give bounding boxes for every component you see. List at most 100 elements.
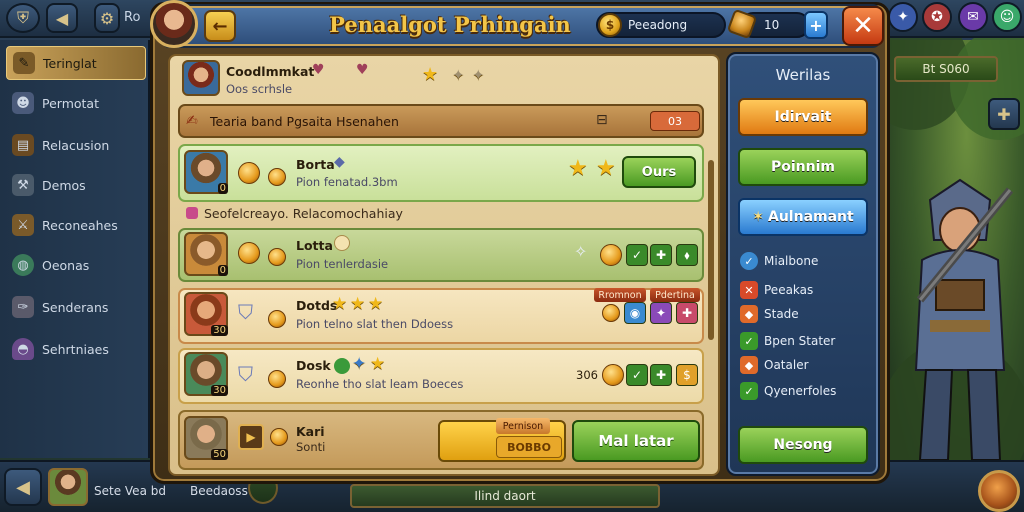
hero-character-illustration (914, 178, 1014, 461)
list-scrollbar[interactable] (708, 160, 714, 340)
skill-blue-icon[interactable]: ◉ (624, 302, 646, 324)
blue-button[interactable]: ✶ Aulnamant (738, 198, 868, 236)
confirm-button[interactable]: Mal latar (572, 420, 700, 462)
unit-description: Pion telno slat then Ddoess (296, 317, 454, 331)
left-sidebar: ✎ Teringlat ☻ Permotat ▤ Relacusion ⚒ Demos … (0, 40, 150, 458)
unit-value: 306 (576, 368, 598, 382)
bar-tag-label: Pernison (502, 420, 544, 432)
unit-action-button[interactable]: Ours (622, 156, 696, 188)
sidebar-item-label: Senderans (42, 299, 109, 315)
sidebar-item-7[interactable]: ◓ Sehrtniaes (6, 332, 146, 366)
heart-icon: ♥ (312, 62, 325, 78)
unit-avatar: 0 (184, 150, 228, 194)
play-icon[interactable]: ▶ (238, 424, 264, 450)
player-avatar[interactable] (48, 468, 88, 506)
plus-icon[interactable]: ✚ (650, 364, 672, 386)
sidebar-item-4[interactable]: ⚔ Reconeahes (6, 208, 146, 242)
cube-icon: ◆ (740, 305, 758, 323)
mail-icon[interactable]: ✉ (958, 2, 988, 32)
close-button[interactable]: ✕ (842, 6, 884, 46)
check-icon[interactable]: ✓ (626, 364, 648, 386)
bottom-green-button-label: Nesong (773, 437, 833, 453)
sidebar-item-6[interactable]: ✑ Senderans (6, 290, 146, 324)
gem-icon[interactable] (978, 470, 1020, 512)
right-list-label: Bpen Stater (764, 334, 836, 348)
orange-button[interactable]: Idirvait (738, 98, 868, 136)
unit-level: 50 (211, 449, 228, 460)
friends-icon[interactable]: ☺ (992, 2, 1022, 32)
bottom-action-bar[interactable]: Ilind daort (350, 484, 660, 508)
unit-avatar: 30 (184, 292, 228, 336)
add-resource-button[interactable]: + (804, 11, 828, 39)
green-orb-icon (334, 358, 350, 374)
unit-avatar: 0 (184, 232, 228, 276)
coin-icon (268, 370, 286, 388)
sidebar-item-5[interactable]: ◍ Oeonas (6, 248, 146, 282)
profile-avatar[interactable] (182, 60, 220, 96)
close-icon: ✕ (852, 11, 874, 41)
green-button-label: Poinnim (771, 159, 835, 175)
right-list-label: Qyenerfoles (764, 384, 837, 398)
star-blue-icon: ✦ (352, 354, 367, 374)
power-orb-icon (238, 162, 260, 184)
cube-icon: ◆ (740, 356, 758, 374)
event-icon[interactable]: ✪ (922, 2, 952, 32)
unit-name: Dosk (296, 358, 331, 373)
unit-description: Reonhe tho slat leam Boeces (296, 377, 464, 391)
sidebar-item-3[interactable]: ⚒ Demos (6, 168, 146, 202)
bottom-green-button[interactable]: Nesong (738, 426, 868, 464)
green-button[interactable]: Poinnim (738, 148, 868, 186)
settings-icon[interactable]: ⚙ (94, 3, 120, 33)
add-icon[interactable]: ✚ (988, 98, 1020, 130)
plus-icon[interactable]: ✚ (650, 244, 672, 266)
unit-description: Pion tenlerdasie (296, 257, 389, 271)
sidebar-item-0[interactable]: ✎ Teringlat (6, 46, 146, 80)
banner-text: Tearia band Pgsaita Hsenahen (210, 114, 399, 129)
right-list-item[interactable]: ✓ Qyenerfoles (740, 380, 836, 402)
coin-icon (270, 428, 288, 446)
unit-level: 0 (217, 265, 228, 276)
right-panel-title: Werilas (775, 66, 831, 84)
book-icon: ▤ (12, 134, 34, 156)
banner-value: 03 (668, 114, 682, 128)
drop-icon[interactable]: ⬧ (676, 244, 698, 266)
star-icon: ★ (368, 294, 384, 314)
resource-2-value: 10 (764, 18, 780, 32)
right-list-item[interactable]: ✕ Peeakas (740, 279, 813, 301)
shield-icon[interactable]: ⛨ (6, 3, 40, 33)
status-badge: Rromnon (594, 288, 646, 302)
right-list-item[interactable]: ◆ Stade (740, 303, 799, 325)
check-icon: ✓ (740, 332, 758, 350)
shield-icon: ⛉ (238, 362, 253, 386)
coin-icon[interactable]: $ (676, 364, 698, 386)
hero-portrait-avatar[interactable] (150, 0, 198, 48)
sidebar-item-2[interactable]: ▤ Relacusion (6, 128, 146, 162)
star-icon: ★ (332, 294, 348, 314)
star-empty-icon: ✦ (452, 66, 465, 84)
map-icon[interactable]: ✦ (888, 2, 918, 32)
check-icon: ✓ (740, 382, 758, 400)
check-icon[interactable]: ✓ (626, 244, 648, 266)
sidebar-item-label: Permotat (42, 95, 99, 111)
unit-action-label: Ours (641, 164, 677, 180)
unit-level: 0 (217, 183, 228, 194)
right-list-item[interactable]: ✓ Mialbone (740, 250, 818, 272)
hammer-icon: ⚔ (12, 214, 34, 236)
back-icon[interactable]: ◀ (4, 468, 42, 506)
skill-red-icon[interactable]: ✚ (676, 302, 698, 324)
back-arrow-icon[interactable]: ◀ (46, 3, 78, 33)
skill-purple-icon[interactable]: ✦ (650, 302, 672, 324)
helmet-icon: ◓ (12, 338, 34, 360)
right-list-item[interactable]: ◆ Oataler (740, 354, 809, 376)
header-back-button[interactable]: ← (204, 10, 236, 42)
star-icon: ★ (370, 354, 386, 374)
sidebar-item-1[interactable]: ☻ Permotat (6, 86, 146, 120)
tools-icon: ⚒ (12, 174, 34, 196)
star-icon: ★ (350, 294, 366, 314)
orange-button-label: Idirvait (774, 109, 832, 125)
unit-name: Borta (296, 157, 335, 172)
coin-icon (268, 310, 286, 328)
back-arrow-icon: ← (212, 15, 228, 37)
bar-value: BOBBO (496, 436, 562, 458)
right-list-item[interactable]: ✓ Bpen Stater (740, 330, 835, 352)
